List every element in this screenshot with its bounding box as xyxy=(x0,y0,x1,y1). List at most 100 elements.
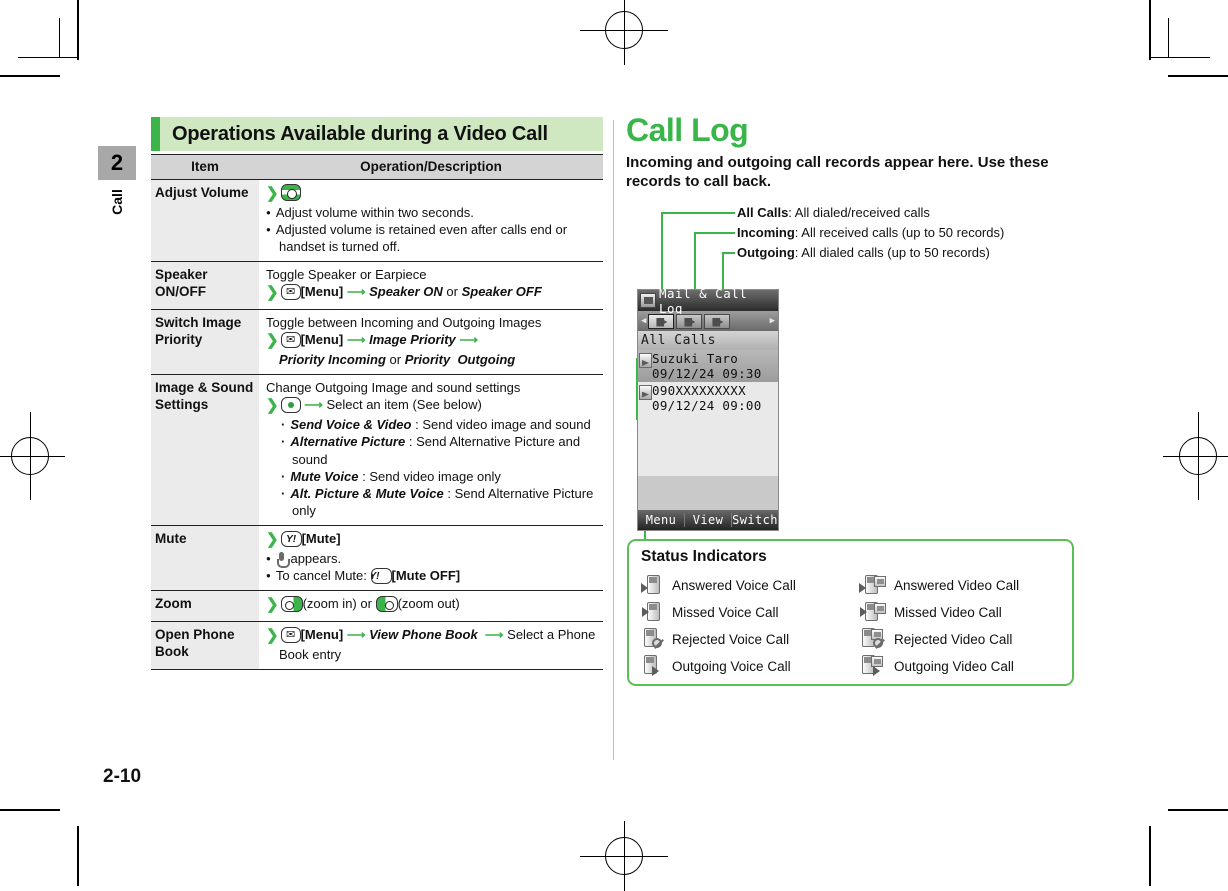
crop-mark-tr-h2 xyxy=(1150,57,1210,58)
row-item-label: Zoom xyxy=(151,590,259,623)
sub-item: Alt. Picture & Mute Voice : Send Alterna… xyxy=(266,485,601,519)
phone-soft-keys: Menu View Switch xyxy=(638,510,778,530)
table-row: Open Phone Book ❯ ✉ [Menu] ⟶ View Phone Bo… xyxy=(151,621,603,671)
row-item-label: Mute xyxy=(151,525,259,592)
mail-key-icon: ✉ xyxy=(280,332,301,349)
row-description: ❯ ✉ [Menu] ⟶ View Phone Book ⟶ Select a Ph… xyxy=(259,621,603,671)
status-indicator-missed-video-call: Missed Video Call xyxy=(859,599,1072,625)
section-heading-text: Operations Available during a Video Call xyxy=(172,123,548,145)
sub-item-text: : Send video image and sound xyxy=(415,417,591,433)
page-lede: Incoming and outgoing call records appea… xyxy=(626,153,1049,190)
zoom-out-label: (zoom out) xyxy=(397,596,460,612)
row-item-label: Adjust Volume xyxy=(151,179,259,263)
leader-line-incoming-h xyxy=(694,232,735,234)
tab-incoming[interactable] xyxy=(676,313,703,329)
call-log-list: Suzuki Taro 09/12/24 09:30 090XXXXXXXXX … xyxy=(638,350,778,476)
row-item-label: Open Phone Book xyxy=(151,621,259,671)
list-item-name: 090XXXXXXXXX xyxy=(652,382,746,398)
tab-next-arrow-icon[interactable]: ▶ xyxy=(770,316,775,326)
registration-mark-left xyxy=(0,412,65,500)
crop-mark-br-h xyxy=(1168,809,1228,811)
status-indicator-missed-voice-call: Missed Voice Call xyxy=(641,599,859,625)
mail-call-log-icon xyxy=(640,293,656,308)
center-key-icon xyxy=(280,397,301,414)
status-indicator-outgoing-video-call: Outgoing Video Call xyxy=(859,653,1072,679)
status-indicator-label: Answered Voice Call xyxy=(672,577,796,593)
softkey-menu[interactable]: Menu xyxy=(638,513,685,527)
missed-voice-call-icon xyxy=(641,601,667,623)
table-row: Image & Sound Settings Change Outgoing I… xyxy=(151,374,603,527)
status-indicator-answered-voice-call: Answered Voice Call xyxy=(641,572,859,598)
volume-key-icon xyxy=(280,184,301,201)
crop-mark-tr-v2 xyxy=(1168,18,1169,58)
step-arrow-icon: ❯ xyxy=(266,284,279,302)
heading-accent-bar xyxy=(151,117,160,151)
status-indicator-rejected-video-call: Rejected Video Call xyxy=(859,626,1072,652)
list-item-date: 09/12/24 09:00 xyxy=(652,397,762,413)
outgoing-video-call-icon xyxy=(859,655,889,677)
phone-sub-header: All Calls xyxy=(638,331,778,350)
row-description: ❯ (zoom in) or (zoom out) xyxy=(259,590,603,623)
sub-item-term: Alt. Picture & Mute Voice xyxy=(290,485,444,501)
tab-outgoing[interactable] xyxy=(704,313,731,329)
step-arrow-icon: ❯ xyxy=(266,596,279,614)
outgoing-voice-call-icon xyxy=(639,384,652,400)
status-indicator-label: Rejected Voice Call xyxy=(672,631,790,647)
sub-item-term: Send Voice & Video xyxy=(290,417,412,433)
crop-mark-bl-h xyxy=(0,809,60,811)
status-indicator-label: Answered Video Call xyxy=(894,577,1020,593)
step-arrow-icon: ❯ xyxy=(266,332,279,350)
step-arrow-icon: ❯ xyxy=(266,185,279,202)
sub-item: Alternative Picture : Send Alternative P… xyxy=(266,433,601,467)
plain-text: Change Outgoing Image and sound settings xyxy=(266,380,521,396)
row-item-label: Image & Sound Settings xyxy=(151,374,259,527)
tab-prev-arrow-icon[interactable]: ◀ xyxy=(641,316,646,326)
softkey-view[interactable]: View xyxy=(685,513,732,527)
bullet-mute-appears: appears. xyxy=(266,550,601,569)
sub-item-term: Alternative Picture xyxy=(290,434,406,450)
plain-text: Toggle Speaker or Earpiece xyxy=(266,267,427,283)
answered-video-call-icon xyxy=(859,574,889,596)
rejected-voice-call-icon xyxy=(641,628,667,650)
plain-text: Toggle between Incoming and Outgoing Ima… xyxy=(266,315,542,331)
status-indicator-label: Outgoing Voice Call xyxy=(672,658,791,674)
softkey-switch[interactable]: Switch xyxy=(732,513,778,527)
list-item-text: Suzuki Taro 09/12/24 09:30 xyxy=(652,351,762,382)
chapter-number: 2 xyxy=(110,150,124,175)
status-indicator-rejected-voice-call: Rejected Voice Call xyxy=(641,626,859,652)
row-description: ❯ Adjust volume within two seconds. Adju… xyxy=(259,179,603,263)
list-item-date: 09/12/24 09:30 xyxy=(652,366,762,382)
sub-item: Mute Voice : Send video image only xyxy=(266,468,601,485)
status-indicators-grid: Answered Voice Call Answered Video Call … xyxy=(641,572,1072,679)
crop-mark-bl-v xyxy=(77,826,79,886)
right-column: Call Log Incoming and outgoing call reco… xyxy=(626,112,1086,191)
chapter-number-tab: 2 xyxy=(98,146,136,180)
status-indicator-label: Outgoing Video Call xyxy=(894,658,1014,674)
row-item-label: Speaker ON/OFF xyxy=(151,261,259,311)
status-indicators-title: Status Indicators xyxy=(641,548,767,565)
tab-all-calls[interactable] xyxy=(648,313,675,329)
list-item[interactable]: 090XXXXXXXXX 09/12/24 09:00 xyxy=(638,382,778,414)
bullet-text: Adjust volume within two seconds. xyxy=(266,204,601,221)
row-description: ❯Y![Mute] appears. To cancel Mute: Y![Mu… xyxy=(259,525,603,592)
row-item-label: Switch Image Priority xyxy=(151,309,259,376)
or-text: or xyxy=(360,596,372,612)
list-item[interactable]: Suzuki Taro 09/12/24 09:30 xyxy=(638,350,778,382)
sub-item-text: : Send video image only xyxy=(362,468,501,484)
yk-key-icon: Y! xyxy=(280,531,302,548)
step-arrow-icon: ❯ xyxy=(266,397,279,415)
section-heading: Operations Available during a Video Call xyxy=(151,117,603,151)
continuation-text: Book entry xyxy=(279,646,342,662)
zoom-out-key-icon xyxy=(375,596,398,613)
status-indicator-label: Missed Voice Call xyxy=(672,604,779,620)
page-title: Call Log xyxy=(626,112,749,148)
status-indicator-answered-video-call: Answered Video Call xyxy=(859,572,1072,598)
step-arrow-icon: ❯ xyxy=(266,627,279,645)
list-item-text: 090XXXXXXXXX 09/12/24 09:00 xyxy=(652,383,762,414)
col-header-operation: Operation/Description xyxy=(259,154,603,180)
bullet-text: Adjusted volume is retained even after c… xyxy=(266,221,601,255)
phone-screen-mockup: Mail & Call Log ◀ ▶ All Calls Suzuki Tar… xyxy=(637,285,779,531)
row-description: Toggle Speaker or Earpiece ❯ ✉ [Menu] ⟶ Sp… xyxy=(259,261,603,311)
phone-title-text: Mail & Call Log xyxy=(659,285,748,316)
operations-table: Item Operation/Description Adjust Volume… xyxy=(151,154,603,671)
